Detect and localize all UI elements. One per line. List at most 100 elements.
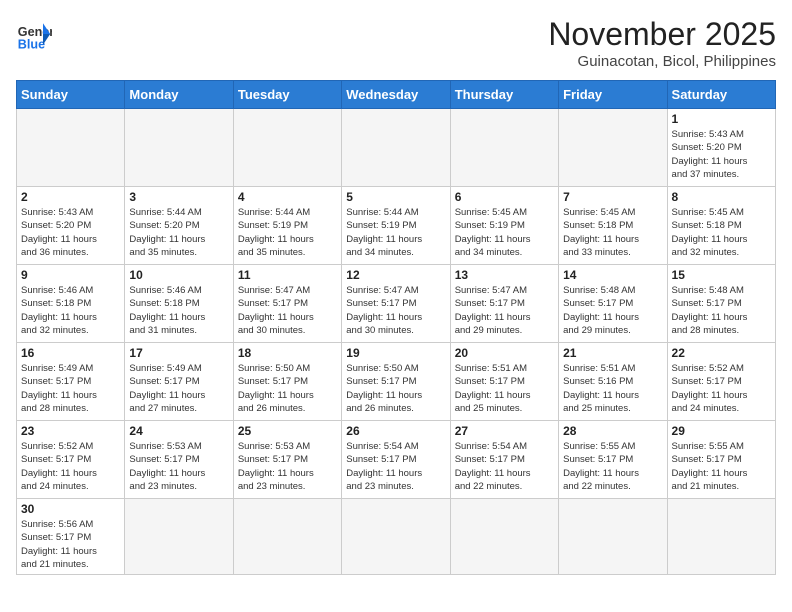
calendar-week-row: 23Sunrise: 5:52 AM Sunset: 5:17 PM Dayli… <box>17 421 776 499</box>
column-header-thursday: Thursday <box>450 81 558 109</box>
day-number: 5 <box>346 190 445 204</box>
day-info: Sunrise: 5:52 AM Sunset: 5:17 PM Dayligh… <box>672 362 771 415</box>
calendar-cell <box>667 499 775 575</box>
day-info: Sunrise: 5:49 AM Sunset: 5:17 PM Dayligh… <box>21 362 120 415</box>
location-subtitle: Guinacotan, Bicol, Philippines <box>548 53 776 70</box>
column-header-sunday: Sunday <box>17 81 125 109</box>
day-info: Sunrise: 5:44 AM Sunset: 5:19 PM Dayligh… <box>238 206 337 259</box>
day-info: Sunrise: 5:51 AM Sunset: 5:16 PM Dayligh… <box>563 362 662 415</box>
calendar-cell: 6Sunrise: 5:45 AM Sunset: 5:19 PM Daylig… <box>450 187 558 265</box>
day-number: 24 <box>129 424 228 438</box>
column-header-friday: Friday <box>559 81 667 109</box>
calendar-cell: 11Sunrise: 5:47 AM Sunset: 5:17 PM Dayli… <box>233 265 341 343</box>
day-number: 14 <box>563 268 662 282</box>
calendar-cell <box>450 499 558 575</box>
day-number: 22 <box>672 346 771 360</box>
calendar-cell: 29 Sunrise: 5:55 AM Sunset: 5:17 PM Dayli… <box>667 421 775 499</box>
day-info: Sunrise: 5:50 AM Sunset: 5:17 PM Dayligh… <box>238 362 337 415</box>
day-info: Sunrise: 5:52 AM Sunset: 5:17 PM Dayligh… <box>21 440 120 493</box>
calendar-cell: 23Sunrise: 5:52 AM Sunset: 5:17 PM Dayli… <box>17 421 125 499</box>
calendar-week-row: 9 Sunrise: 5:46 AM Sunset: 5:18 PM Daylig… <box>17 265 776 343</box>
calendar-cell: 7Sunrise: 5:45 AM Sunset: 5:18 PM Daylig… <box>559 187 667 265</box>
calendar-week-row: 16 Sunrise: 5:49 AM Sunset: 5:17 PM Dayli… <box>17 343 776 421</box>
calendar-cell: 9 Sunrise: 5:46 AM Sunset: 5:18 PM Daylig… <box>17 265 125 343</box>
day-info: Sunrise: 5:53 AM Sunset: 5:17 PM Dayligh… <box>129 440 228 493</box>
day-info: Sunrise: 5:56 AM Sunset: 5:17 PM Dayligh… <box>21 518 120 571</box>
column-header-monday: Monday <box>125 81 233 109</box>
day-number: 4 <box>238 190 337 204</box>
day-number: 13 <box>455 268 554 282</box>
day-number: 18 <box>238 346 337 360</box>
day-number: 15 <box>672 268 771 282</box>
calendar-cell: 16 Sunrise: 5:49 AM Sunset: 5:17 PM Dayli… <box>17 343 125 421</box>
calendar-cell: 10Sunrise: 5:46 AM Sunset: 5:18 PM Dayli… <box>125 265 233 343</box>
calendar-cell: 27Sunrise: 5:54 AM Sunset: 5:17 PM Dayli… <box>450 421 558 499</box>
calendar-cell: 20Sunrise: 5:51 AM Sunset: 5:17 PM Dayli… <box>450 343 558 421</box>
day-number: 29 <box>672 424 771 438</box>
day-info: Sunrise: 5:48 AM Sunset: 5:17 PM Dayligh… <box>563 284 662 337</box>
day-info: Sunrise: 5:51 AM Sunset: 5:17 PM Dayligh… <box>455 362 554 415</box>
day-info: Sunrise: 5:49 AM Sunset: 5:17 PM Dayligh… <box>129 362 228 415</box>
day-info: Sunrise: 5:55 AM Sunset: 5:17 PM Dayligh… <box>672 440 771 493</box>
column-header-wednesday: Wednesday <box>342 81 450 109</box>
month-title: November 2025 <box>548 16 776 53</box>
calendar-cell <box>342 499 450 575</box>
calendar-cell: 22 Sunrise: 5:52 AM Sunset: 5:17 PM Dayli… <box>667 343 775 421</box>
calendar-cell: 21 Sunrise: 5:51 AM Sunset: 5:16 PM Dayli… <box>559 343 667 421</box>
day-info: Sunrise: 5:43 AM Sunset: 5:20 PM Dayligh… <box>21 206 120 259</box>
page-header: General Blue November 2025 Guinacotan, B… <box>16 16 776 70</box>
day-info: Sunrise: 5:53 AM Sunset: 5:17 PM Dayligh… <box>238 440 337 493</box>
calendar-cell: 1Sunrise: 5:43 AM Sunset: 5:20 PM Daylig… <box>667 109 775 187</box>
day-info: Sunrise: 5:47 AM Sunset: 5:17 PM Dayligh… <box>455 284 554 337</box>
calendar-cell: 24 Sunrise: 5:53 AM Sunset: 5:17 PM Dayli… <box>125 421 233 499</box>
calendar-cell: 8Sunrise: 5:45 AM Sunset: 5:18 PM Daylig… <box>667 187 775 265</box>
calendar-week-row: 1Sunrise: 5:43 AM Sunset: 5:20 PM Daylig… <box>17 109 776 187</box>
day-number: 17 <box>129 346 228 360</box>
calendar-week-row: 30Sunrise: 5:56 AM Sunset: 5:17 PM Dayli… <box>17 499 776 575</box>
calendar-cell: 5 Sunrise: 5:44 AM Sunset: 5:19 PM Daylig… <box>342 187 450 265</box>
day-info: Sunrise: 5:45 AM Sunset: 5:18 PM Dayligh… <box>563 206 662 259</box>
calendar-cell <box>450 109 558 187</box>
calendar-cell: 15 Sunrise: 5:48 AM Sunset: 5:17 PM Dayli… <box>667 265 775 343</box>
column-header-tuesday: Tuesday <box>233 81 341 109</box>
calendar-cell: 2 Sunrise: 5:43 AM Sunset: 5:20 PM Daylig… <box>17 187 125 265</box>
calendar-table: SundayMondayTuesdayWednesdayThursdayFrid… <box>16 80 776 575</box>
day-number: 28 <box>563 424 662 438</box>
day-info: Sunrise: 5:45 AM Sunset: 5:19 PM Dayligh… <box>455 206 554 259</box>
calendar-week-row: 2 Sunrise: 5:43 AM Sunset: 5:20 PM Daylig… <box>17 187 776 265</box>
day-number: 26 <box>346 424 445 438</box>
day-info: Sunrise: 5:50 AM Sunset: 5:17 PM Dayligh… <box>346 362 445 415</box>
title-area: November 2025 Guinacotan, Bicol, Philipp… <box>548 16 776 70</box>
day-info: Sunrise: 5:46 AM Sunset: 5:18 PM Dayligh… <box>21 284 120 337</box>
day-number: 21 <box>563 346 662 360</box>
day-info: Sunrise: 5:46 AM Sunset: 5:18 PM Dayligh… <box>129 284 228 337</box>
calendar-cell: 26 Sunrise: 5:54 AM Sunset: 5:17 PM Dayli… <box>342 421 450 499</box>
svg-text:Blue: Blue <box>18 37 45 51</box>
calendar-cell: 13 Sunrise: 5:47 AM Sunset: 5:17 PM Dayli… <box>450 265 558 343</box>
day-info: Sunrise: 5:45 AM Sunset: 5:18 PM Dayligh… <box>672 206 771 259</box>
logo-icon: General Blue <box>16 16 52 52</box>
day-info: Sunrise: 5:54 AM Sunset: 5:17 PM Dayligh… <box>346 440 445 493</box>
calendar-cell <box>125 109 233 187</box>
day-number: 16 <box>21 346 120 360</box>
calendar-cell: 17 Sunrise: 5:49 AM Sunset: 5:17 PM Dayli… <box>125 343 233 421</box>
day-number: 9 <box>21 268 120 282</box>
calendar-cell <box>125 499 233 575</box>
day-number: 12 <box>346 268 445 282</box>
day-number: 27 <box>455 424 554 438</box>
calendar-cell: 18 Sunrise: 5:50 AM Sunset: 5:17 PM Dayli… <box>233 343 341 421</box>
day-info: Sunrise: 5:47 AM Sunset: 5:17 PM Dayligh… <box>346 284 445 337</box>
day-number: 2 <box>21 190 120 204</box>
calendar-cell: 28 Sunrise: 5:55 AM Sunset: 5:17 PM Dayli… <box>559 421 667 499</box>
calendar-header-row: SundayMondayTuesdayWednesdayThursdayFrid… <box>17 81 776 109</box>
calendar-cell <box>17 109 125 187</box>
calendar-cell: 14 Sunrise: 5:48 AM Sunset: 5:17 PM Dayli… <box>559 265 667 343</box>
day-info: Sunrise: 5:43 AM Sunset: 5:20 PM Dayligh… <box>672 128 771 181</box>
day-info: Sunrise: 5:55 AM Sunset: 5:17 PM Dayligh… <box>563 440 662 493</box>
calendar-cell <box>233 109 341 187</box>
calendar-cell: 25Sunrise: 5:53 AM Sunset: 5:17 PM Dayli… <box>233 421 341 499</box>
calendar-cell <box>233 499 341 575</box>
calendar-cell: 30Sunrise: 5:56 AM Sunset: 5:17 PM Dayli… <box>17 499 125 575</box>
day-info: Sunrise: 5:44 AM Sunset: 5:19 PM Dayligh… <box>346 206 445 259</box>
day-info: Sunrise: 5:48 AM Sunset: 5:17 PM Dayligh… <box>672 284 771 337</box>
